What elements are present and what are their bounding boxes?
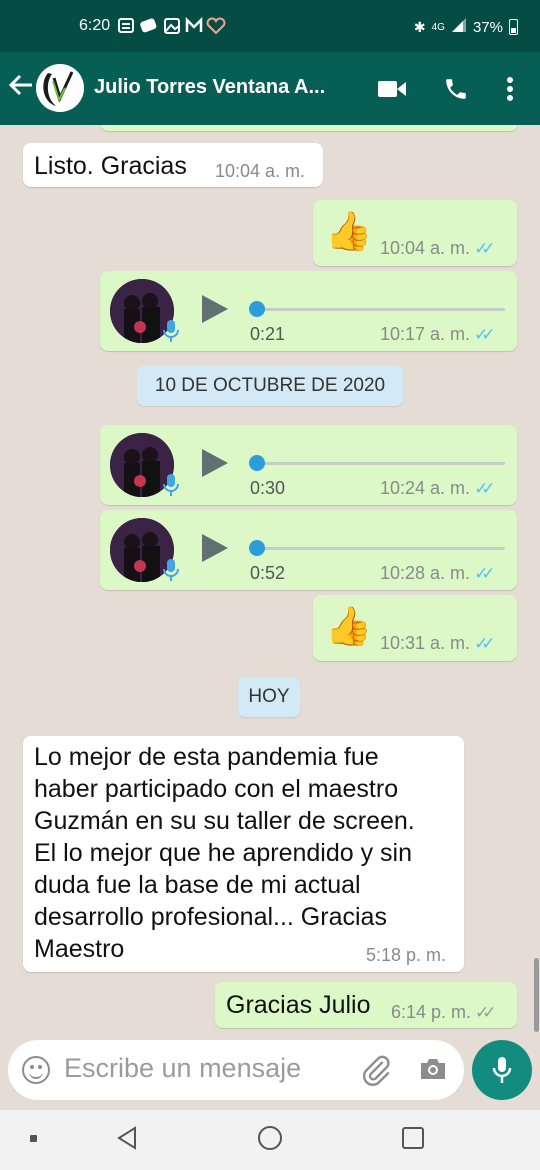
message-line: desarrollo profesional... Gracias [34,903,387,931]
microphone-icon [492,1056,512,1089]
audio-progress-knob[interactable] [249,301,265,317]
paperclip-icon[interactable] [360,1054,392,1091]
thumbs-up-emoji: 👍 [325,211,373,253]
message-time: 10:28 a. m. [380,563,471,583]
signal-icon [451,17,467,37]
status-right: ✱ 4G 37% [414,17,518,37]
message-time: 10:17 a. m. [380,324,471,344]
message-time-row: 10:24 a. m. ✓✓ [380,478,495,499]
message-line: haber participado con el maestro [34,775,399,803]
message-input[interactable]: Escribe un mensaje [64,1053,301,1084]
message-bubble-outgoing[interactable]: 👍 10:31 a. m. ✓✓ [313,595,517,661]
message-bubble-partial [100,125,518,131]
microphone-icon [162,473,180,497]
overview-nav-icon[interactable] [402,1127,424,1149]
read-ticks-icon: ✓✓ [474,564,495,583]
message-time: 5:18 p. m. [366,945,447,965]
audio-progress-track[interactable] [250,308,505,311]
system-navigation-bar [0,1110,540,1170]
voice-duration: 0:30 [250,478,286,498]
message-line: Lo mejor de esta pandemia fue [34,743,379,771]
message-composer[interactable]: Escribe un mensaje [8,1040,464,1100]
battery-icon [509,19,518,35]
audio-progress-knob[interactable] [249,455,265,471]
contact-avatar[interactable] [36,64,84,112]
play-icon[interactable] [202,534,228,562]
message-line: El lo mejor que he aprendido y sin [34,839,413,867]
notification-icons [117,16,227,38]
message-text: Lo mejor de esta pandemia fue haber part… [34,741,459,965]
voice-message[interactable]: 0:21 10:17 a. m. ✓✓ [100,271,517,351]
voice-message[interactable]: 0:30 10:24 a. m. ✓✓ [100,425,517,505]
bluetooth-icon: ✱ [413,18,426,35]
message-list[interactable]: Listo. Gracias 10:04 a. m. 👍 10:04 a. m.… [0,125,540,1030]
play-icon[interactable] [202,449,228,477]
camera-icon[interactable] [419,1057,447,1086]
audio-progress-track[interactable] [250,547,505,550]
microphone-icon [162,319,180,343]
message-bubble-outgoing[interactable]: 👍 10:04 a. m. ✓✓ [313,200,517,266]
message-time: 10:31 a. m. [380,633,471,653]
record-voice-button[interactable] [472,1040,532,1100]
microphone-icon [162,558,180,582]
play-icon[interactable] [202,295,228,323]
audio-progress-knob[interactable] [249,540,265,556]
emoji-icon[interactable] [22,1056,50,1084]
read-ticks-icon: ✓✓ [474,325,495,344]
voice-message[interactable]: 0:52 10:28 a. m. ✓✓ [100,510,517,590]
message-text: Listo. Gracias [34,152,187,180]
message-time: 6:14 p. m. [391,1002,472,1022]
message-time-row: 6:14 p. m. ✓✓ [391,1002,496,1023]
chat-header: Julio Torres Ventana A... [0,52,540,125]
read-ticks-icon: ✓✓ [474,479,495,498]
voice-duration: 0:21 [250,324,286,344]
date-separator: 10 DE OCTUBRE DE 2020 [137,366,403,406]
voice-duration: 0:52 [250,563,286,583]
contact-name[interactable]: Julio Torres Ventana A... [94,76,359,99]
message-time-row: 10:17 a. m. ✓✓ [380,324,495,345]
message-bubble-outgoing[interactable]: Gracias Julio 6:14 p. m. ✓✓ [215,982,517,1028]
message-time-row: 10:04 a. m. ✓✓ [380,238,495,259]
date-separator: HOY [238,677,300,717]
recents-dot-icon[interactable] [30,1135,37,1142]
message-time-row: 10:28 a. m. ✓✓ [380,563,495,584]
video-call-icon[interactable] [378,79,406,104]
read-ticks-icon: ✓✓ [474,634,495,653]
message-time: 10:04 a. m. [215,161,306,181]
message-line: duda fue la base de mi actual [34,871,361,899]
message-time: 10:24 a. m. [380,478,471,498]
status-bar: 6:20 ✱ 4G 37% [0,0,540,52]
chat-scrollbar[interactable] [534,958,539,1032]
message-line: Guzmán en su su taller de screen. [34,807,415,835]
network-type: 4G [431,21,445,33]
message-bubble-incoming[interactable]: Listo. Gracias 10:04 a. m. [23,143,323,187]
message-text: Gracias Julio [226,991,371,1019]
more-vert-icon[interactable] [506,77,514,106]
read-ticks-icon: ✓✓ [474,239,495,258]
thumbs-up-emoji: 👍 [325,606,373,648]
audio-progress-track[interactable] [250,462,505,465]
home-nav-icon[interactable] [258,1126,282,1150]
message-bubble-incoming[interactable]: Lo mejor de esta pandemia fue haber part… [23,736,464,972]
status-time: 6:20 [79,17,111,34]
message-time-row: 10:31 a. m. ✓✓ [380,633,495,654]
arrow-left-icon[interactable] [8,72,34,104]
battery-percent: 37% [472,18,503,36]
phone-icon[interactable] [443,76,469,107]
message-time: 10:04 a. m. [380,238,471,258]
back-nav-icon[interactable] [115,1126,139,1155]
delivered-ticks-icon: ✓✓ [475,1003,496,1022]
